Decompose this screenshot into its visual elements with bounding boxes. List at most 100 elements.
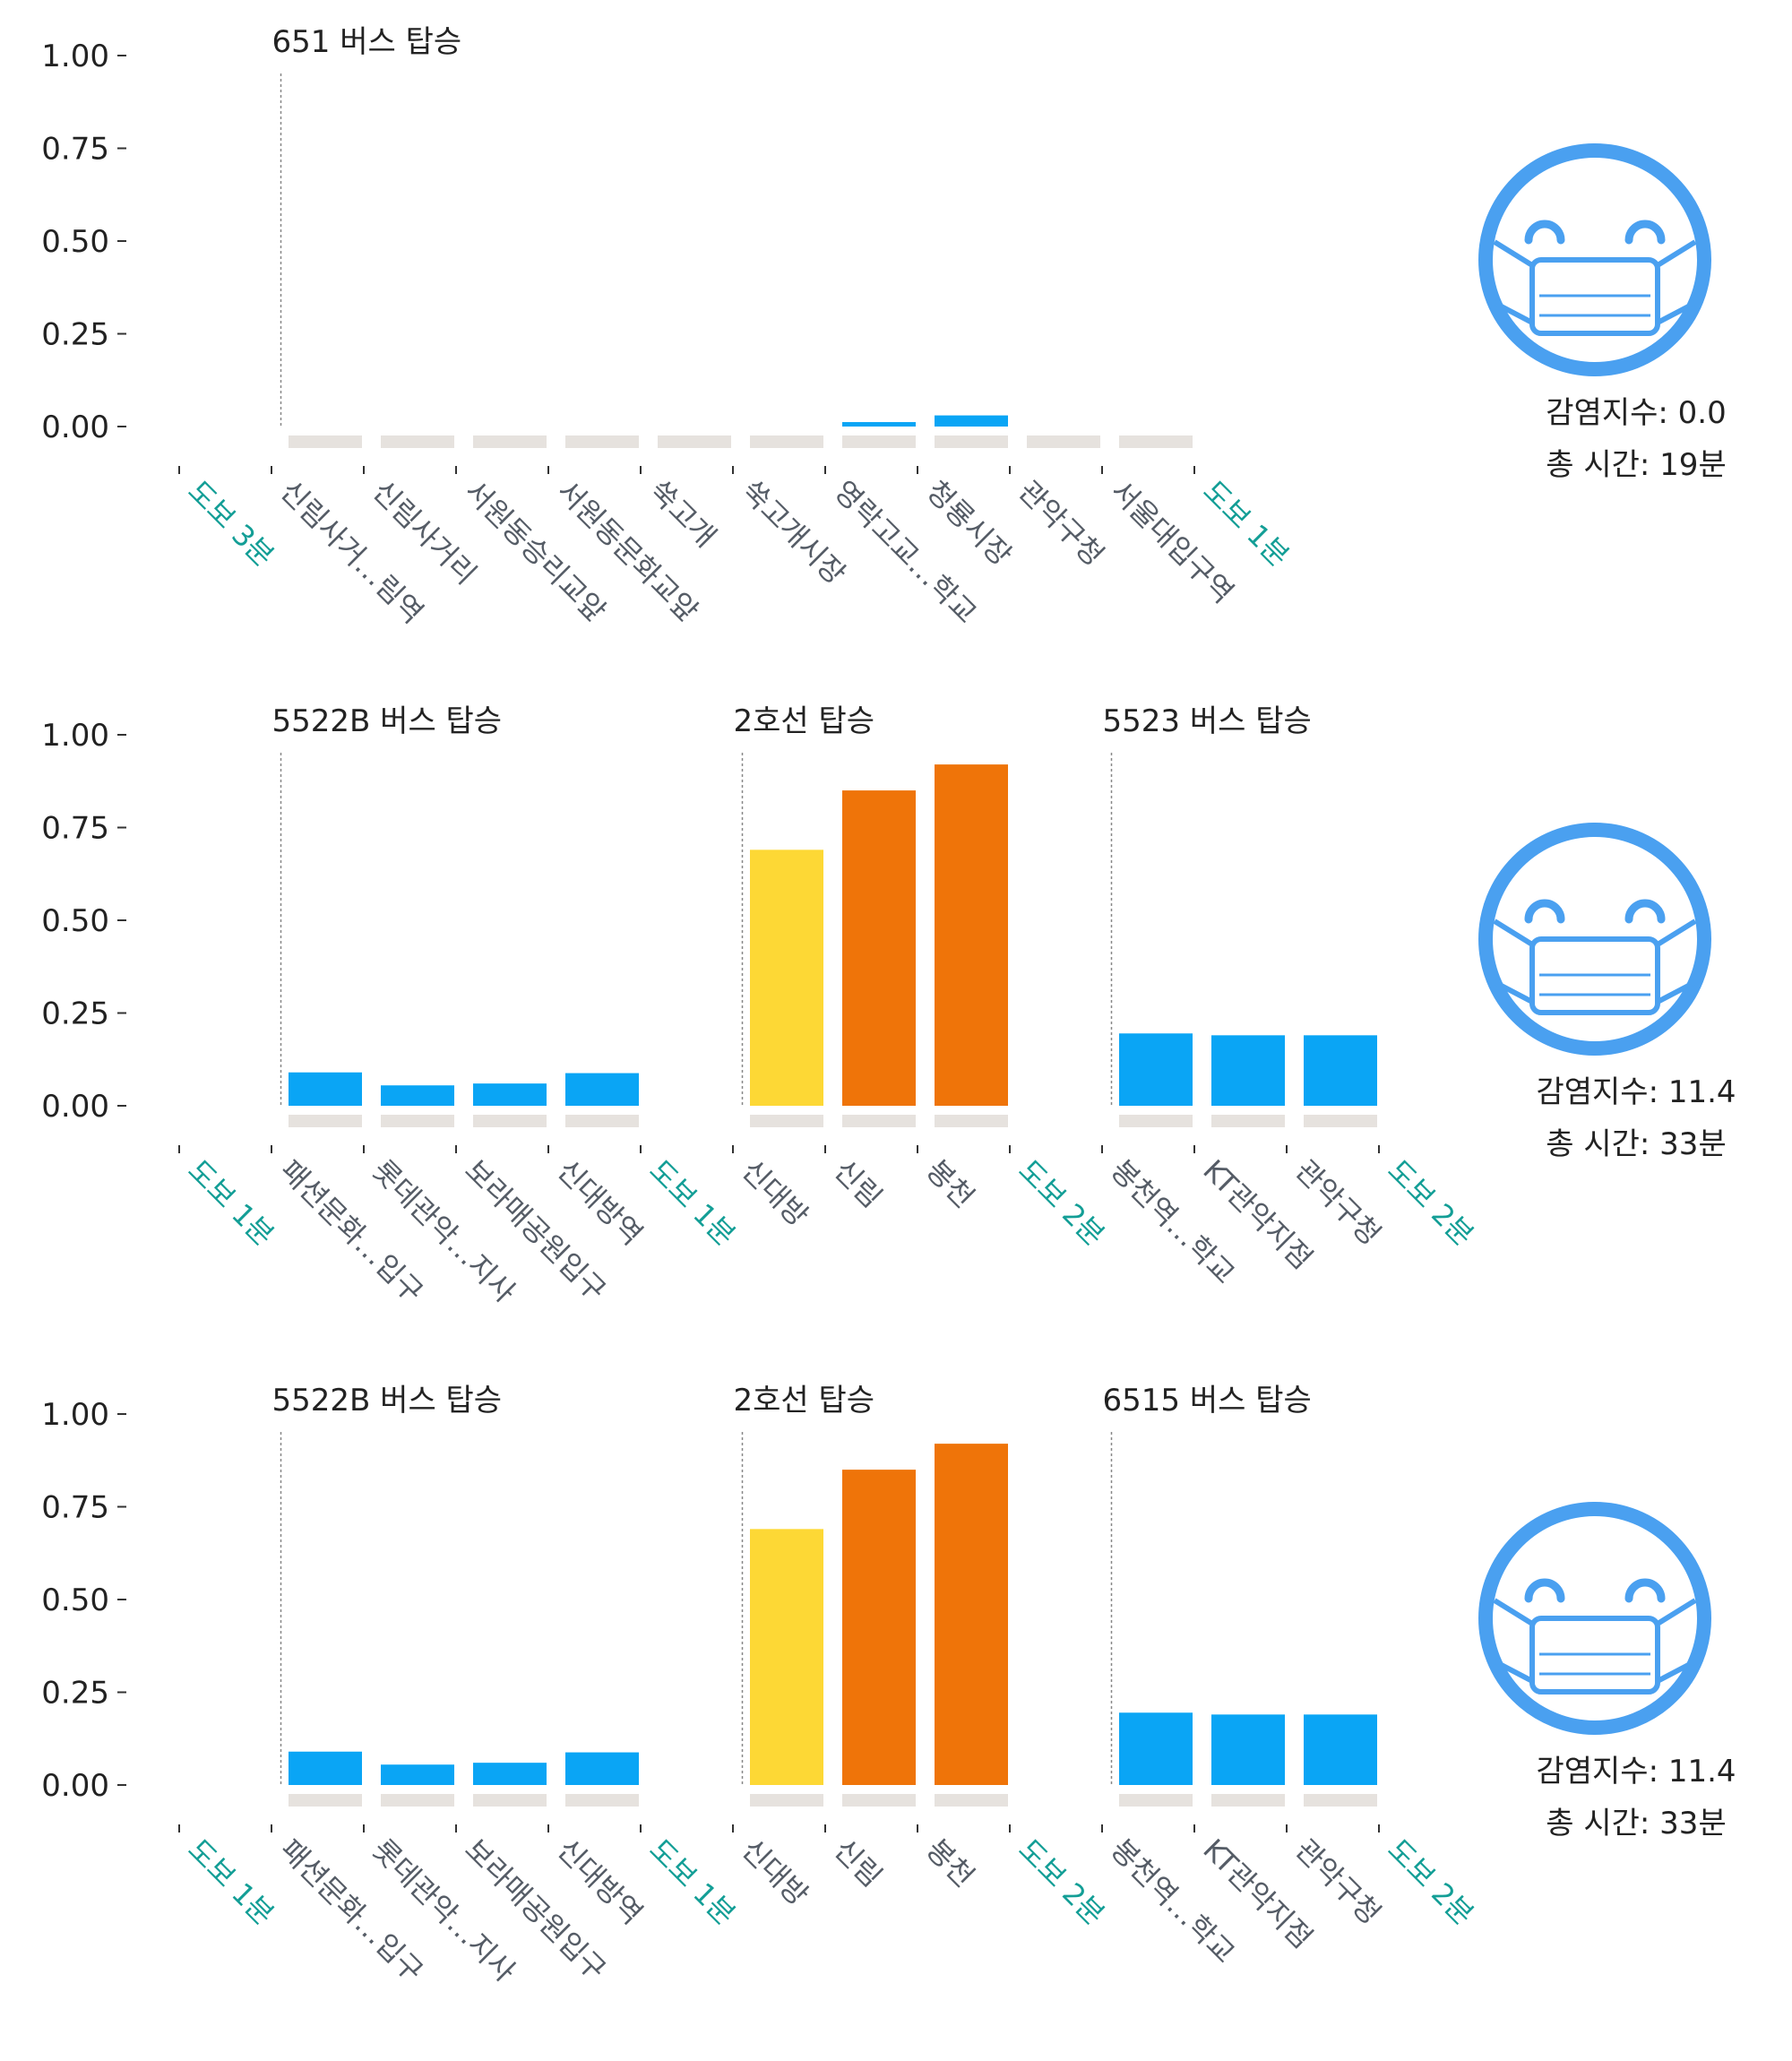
stop-label: 신림 <box>827 1832 889 1894</box>
mask-face-icon <box>1478 1502 1711 1735</box>
baseline-bar <box>289 435 362 448</box>
bar <box>381 1764 454 1785</box>
walk-label: 도보 1분 <box>642 1832 742 1932</box>
mask-face-icon <box>1478 143 1711 376</box>
stop-label: 관악구청 <box>1012 474 1110 573</box>
stop-label: 신대방 <box>735 1153 814 1233</box>
baseline-bar <box>289 1115 362 1127</box>
baseline-bar <box>381 1115 454 1127</box>
baseline-bar <box>750 1115 823 1127</box>
baseline-bar <box>842 435 916 448</box>
baseline-bar <box>935 435 1008 448</box>
stop-label: 봉천 <box>919 1832 981 1894</box>
route-comparison-chart: 1.000.750.500.250.00651 버스 탑승도보 3분신림사거…림… <box>41 24 1736 1988</box>
baseline-bar <box>289 1794 362 1807</box>
bar <box>289 1751 362 1785</box>
chart-panel-2: 1.00 0.75 0.50 0.25 0.00 5522B 버스 탑승 2호선 탑승 552… <box>41 703 1736 1309</box>
stop-label: 신대방 <box>735 1832 814 1912</box>
walk-label: 도보 1분 <box>181 1153 280 1253</box>
baseline-bar <box>842 1794 916 1807</box>
walk-label: 도보 3분 <box>181 474 280 573</box>
bar <box>1304 1035 1377 1106</box>
stop-label: 쑥고개 <box>642 474 722 554</box>
total-time-label: 총 시간: 19분 <box>1546 447 1726 483</box>
stop-label: 봉천 <box>919 1153 981 1215</box>
baseline-bar <box>935 1794 1008 1807</box>
baseline-bar <box>473 435 547 448</box>
y-tick-label: 0.75 <box>41 132 109 168</box>
y-tick-label: 0.00 <box>41 1089 109 1125</box>
y-tick-label: 0.50 <box>41 903 109 939</box>
walk-label: 도보 1분 <box>642 1153 742 1253</box>
y-tick-label: 0.25 <box>41 317 109 353</box>
stop-label: 신림 <box>827 1153 889 1215</box>
bar <box>565 1752 639 1785</box>
bar <box>473 1763 547 1785</box>
y-tick-label: 0.50 <box>41 1582 109 1618</box>
infection-index-label: 감염지수: 11.4 <box>1536 1754 1736 1789</box>
baseline-bar <box>842 1115 916 1127</box>
total-time-label: 총 시간: 33분 <box>1546 1126 1726 1162</box>
y-tick-label: 1.00 <box>41 718 109 754</box>
baseline-bar <box>1211 1115 1285 1127</box>
walk-label: 도보 2분 <box>1012 1832 1111 1932</box>
infection-index-label: 감염지수: 0.0 <box>1546 395 1726 431</box>
leg-label: 651 버스 탑승 <box>272 24 462 60</box>
baseline-bar <box>658 435 731 448</box>
baseline-bar <box>750 1794 823 1807</box>
bar <box>935 764 1008 1106</box>
mask-face-icon <box>1478 823 1711 1056</box>
baseline-bar <box>473 1794 547 1807</box>
bar <box>1119 1712 1193 1785</box>
baseline-bar <box>1119 435 1193 448</box>
infection-index-label: 감염지수: 11.4 <box>1536 1074 1736 1110</box>
y-tick-label: 0.50 <box>41 224 109 260</box>
y-tick-label: 0.75 <box>41 1490 109 1526</box>
chart-panel-3: 1.00 0.75 0.50 0.25 0.00 5522B 버스 탑승 2호선 탑승 651… <box>41 1383 1736 1988</box>
baseline-bar <box>381 1794 454 1807</box>
baseline-bar <box>1119 1794 1193 1807</box>
bar <box>289 1072 362 1106</box>
chart-panel-1: 1.000.750.500.250.00651 버스 탑승도보 3분신림사거…림… <box>41 24 1726 630</box>
baseline-bar <box>381 435 454 448</box>
y-tick-label: 1.00 <box>41 39 109 74</box>
baseline-bar <box>565 1115 639 1127</box>
bar <box>1211 1035 1285 1106</box>
walk-label: 도보 1분 <box>181 1832 280 1932</box>
leg-label: 6515 버스 탑승 <box>1103 1383 1312 1419</box>
baseline-bar <box>1304 1115 1377 1127</box>
baseline-bar <box>935 1115 1008 1127</box>
leg-label: 5522B 버스 탑승 <box>272 1383 503 1419</box>
bar <box>935 1444 1008 1785</box>
bar <box>1211 1714 1285 1785</box>
bar <box>381 1085 454 1106</box>
bar <box>750 849 823 1106</box>
bar <box>842 1470 916 1785</box>
baseline-bar <box>565 1794 639 1807</box>
baseline-bar <box>565 435 639 448</box>
y-tick-label: 0.00 <box>41 1768 109 1804</box>
leg-label: 2호선 탑승 <box>734 1383 875 1419</box>
y-tick-label: 0.25 <box>41 996 109 1032</box>
leg-label: 2호선 탑승 <box>734 703 875 739</box>
bar <box>750 1529 823 1785</box>
bar <box>473 1083 547 1106</box>
total-time-label: 총 시간: 33분 <box>1546 1806 1726 1841</box>
leg-label: 5522B 버스 탑승 <box>272 703 503 739</box>
walk-label: 도보 2분 <box>1381 1153 1480 1253</box>
walk-label: 도보 2분 <box>1381 1832 1480 1932</box>
walk-label: 도보 2분 <box>1012 1153 1111 1253</box>
baseline-bar <box>1304 1794 1377 1807</box>
baseline-bar <box>750 435 823 448</box>
baseline-bar <box>1027 435 1100 448</box>
baseline-bar <box>1211 1794 1285 1807</box>
y-tick-label: 0.75 <box>41 811 109 847</box>
bar <box>935 415 1008 427</box>
y-tick-label: 0.00 <box>41 410 109 445</box>
bar <box>1304 1714 1377 1785</box>
baseline-bar <box>1119 1115 1193 1127</box>
bar <box>1119 1033 1193 1106</box>
bar <box>842 790 916 1106</box>
leg-label: 5523 버스 탑승 <box>1103 703 1312 739</box>
baseline-bar <box>473 1115 547 1127</box>
